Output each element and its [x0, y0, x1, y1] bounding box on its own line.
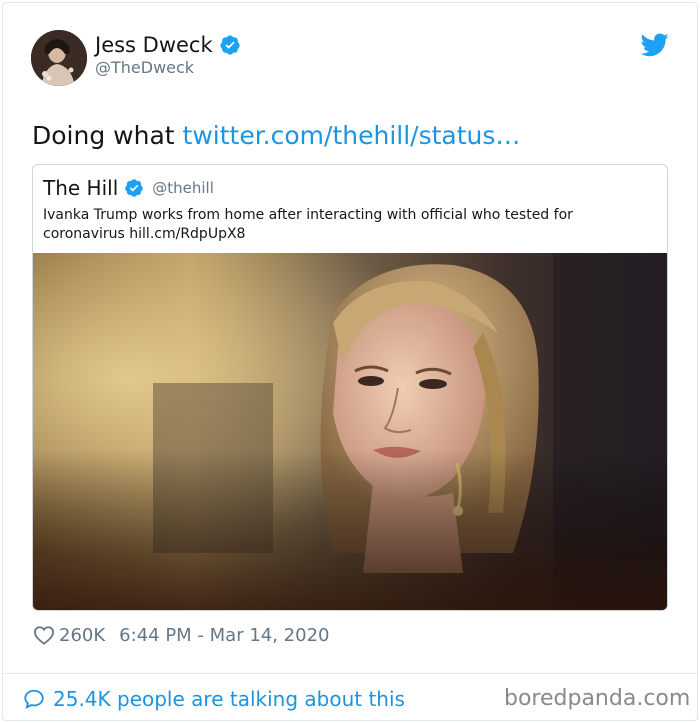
- quoted-tweet-text: Ivanka Trump works from home after inter…: [43, 207, 573, 242]
- footer-divider: [2, 673, 698, 674]
- heart-icon[interactable]: [33, 625, 55, 645]
- watermark: boredpanda.com: [504, 686, 691, 711]
- twitter-bird-icon[interactable]: [641, 33, 669, 57]
- author-handle[interactable]: @TheDweck: [95, 58, 194, 77]
- author-name-row[interactable]: Jess Dweck: [95, 31, 241, 59]
- like-count[interactable]: 260K: [59, 625, 105, 646]
- conversation-link[interactable]: 25.4K people are talking about this: [23, 685, 405, 713]
- talking-text[interactable]: 25.4K people are talking about this: [53, 687, 405, 711]
- quoted-author-name[interactable]: The Hill: [43, 176, 118, 200]
- verified-badge-icon: [125, 179, 144, 197]
- quoted-tweet-header: The Hill @thehill: [43, 175, 214, 201]
- tweet-text: Doing what: [32, 121, 183, 150]
- quoted-tweet[interactable]: The Hill @thehill Ivanka Trump works fro…: [32, 164, 668, 611]
- quoted-tweet-photo[interactable]: [33, 253, 667, 610]
- timestamp[interactable]: 6:44 PM - Mar 14, 2020: [119, 625, 329, 646]
- author-avatar[interactable]: [31, 30, 87, 86]
- tweet-meta: 260K 6:44 PM - Mar 14, 2020: [33, 623, 329, 647]
- tweet-body: Doing what twitter.com/thehill/status…: [32, 121, 520, 150]
- verified-badge-icon: [220, 35, 240, 55]
- speech-bubble-icon: [24, 689, 44, 710]
- author-name[interactable]: Jess Dweck: [95, 33, 213, 57]
- quoted-author-handle[interactable]: @thehill: [152, 179, 214, 197]
- tweet-link[interactable]: twitter.com/thehill/status…: [183, 121, 521, 150]
